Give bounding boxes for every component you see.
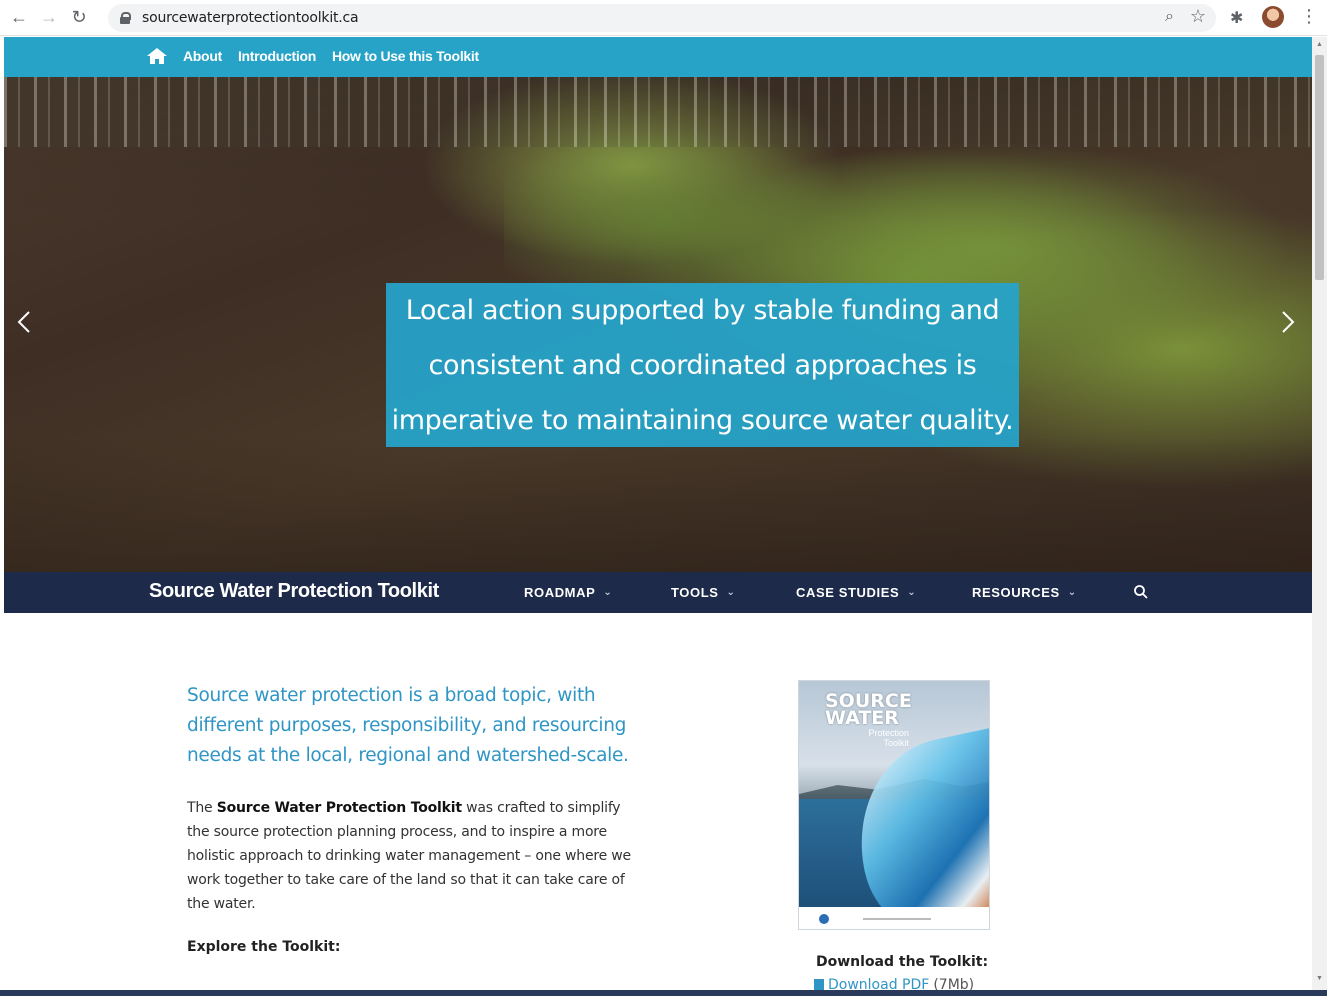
intro-lead: Source water protection is a broad topic… (187, 685, 629, 766)
lock-icon[interactable] (120, 12, 131, 24)
explore-heading: Explore the Toolkit: (187, 939, 341, 955)
bottom-edge-bar (0, 990, 1327, 996)
hero-caption-line-3: imperative to maintaining source water q… (391, 404, 1014, 436)
nav-tools-label: TOOLS (671, 585, 719, 600)
main-navigation: Source Water Protection Toolkit ROADMAP … (4, 572, 1312, 613)
intro-section: Source water protection is a broad topic… (4, 613, 1312, 996)
hero-photo-ground (4, 437, 1312, 572)
cover-logo (819, 914, 829, 924)
zoom-icon[interactable]: ⌕ (1165, 8, 1174, 26)
home-icon[interactable] (146, 47, 168, 65)
slider-prev-arrow-icon[interactable] (12, 309, 38, 335)
forward-arrow-icon[interactable]: → (34, 3, 64, 33)
intro-body-bold: Source Water Protection Toolkit (216, 800, 462, 816)
back-arrow-icon[interactable]: ← (4, 3, 34, 33)
chevron-down-icon: ⌄ (603, 587, 613, 598)
menu-kebab-icon[interactable]: ⋮ (1300, 6, 1318, 27)
profile-avatar[interactable] (1262, 6, 1284, 28)
top-link-about[interactable]: About (183, 48, 222, 64)
nav-roadmap[interactable]: ROADMAP ⌄ (524, 585, 612, 600)
hero-caption: Local action supported by stable funding… (386, 283, 1019, 447)
site-brand[interactable]: Source Water Protection Toolkit (149, 580, 439, 603)
url-text[interactable]: sourcewaterprotectiontoolkit.ca (142, 10, 359, 26)
page-viewport: About Introduction How to Use this Toolk… (4, 37, 1312, 996)
hero-caption-line-2: consistent and coordinated approaches is (428, 349, 977, 381)
scrollbar-thumb[interactable] (1315, 55, 1324, 280)
nav-roadmap-label: ROADMAP (524, 585, 596, 600)
nav-case-studies[interactable]: CASE STUDIES ⌄ (796, 585, 916, 600)
cover-title: SOURCE WATER (825, 690, 912, 729)
reload-icon[interactable]: ↻ (64, 3, 94, 33)
search-icon[interactable] (1133, 584, 1149, 600)
bookmark-star-icon[interactable]: ☆ (1190, 6, 1206, 27)
intro-body: The Source Water Protection Toolkit was … (187, 796, 647, 916)
hero-slider: Local action supported by stable funding… (4, 77, 1312, 572)
top-link-introduction[interactable]: Introduction (238, 48, 316, 64)
toolkit-cover-image[interactable]: SOURCE WATER Protection Toolkit (798, 680, 990, 930)
scroll-down-icon[interactable]: ▼ (1316, 975, 1323, 982)
nav-tools[interactable]: TOOLS ⌄ (671, 585, 736, 600)
cover-url-line (863, 918, 931, 920)
chevron-down-icon: ⌄ (1067, 587, 1077, 598)
intro-body-rest: was crafted to simplify the source prote… (187, 800, 631, 912)
cover-footer (799, 907, 989, 929)
browser-toolbar: ← → ↻ sourcewaterprotectiontoolkit.ca ⌕ … (0, 0, 1327, 36)
download-heading: Download the Toolkit: (816, 954, 989, 970)
top-navigation-bar: About Introduction How to Use this Toolk… (4, 37, 1312, 77)
chevron-down-icon: ⌄ (907, 587, 917, 598)
top-links: About Introduction How to Use this Toolk… (183, 48, 479, 64)
nav-resources-label: RESOURCES (972, 585, 1060, 600)
address-bar[interactable]: sourcewaterprotectiontoolkit.ca ⌕ ☆ (108, 4, 1216, 32)
top-link-how-to-use[interactable]: How to Use this Toolkit (332, 48, 479, 64)
extensions-puzzle-icon[interactable]: ✱ (1230, 8, 1243, 28)
nav-resources[interactable]: RESOURCES ⌄ (972, 585, 1077, 600)
slider-next-arrow-icon[interactable] (1274, 309, 1300, 335)
nav-case-studies-label: CASE STUDIES (796, 585, 900, 600)
chevron-down-icon: ⌄ (726, 587, 736, 598)
page-scrollbar[interactable]: ▲ ▼ (1312, 37, 1327, 990)
cover-subtitle: Protection Toolkit (868, 728, 909, 748)
intro-body-prefix: The (187, 800, 217, 816)
hero-caption-line-1: Local action supported by stable funding… (405, 294, 1000, 326)
scroll-up-icon[interactable]: ▲ (1316, 41, 1323, 48)
